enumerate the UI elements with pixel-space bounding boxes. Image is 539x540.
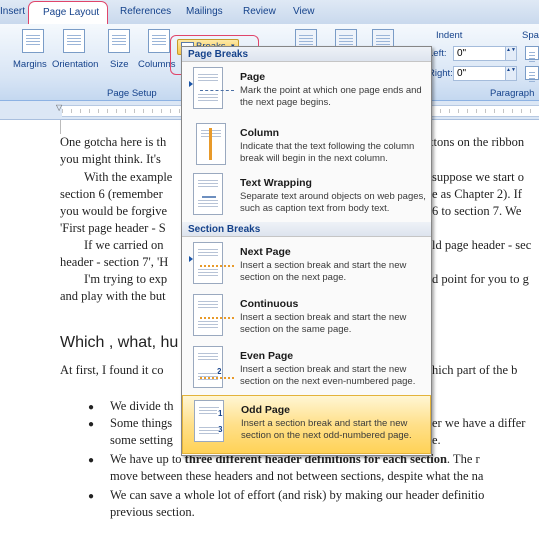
doc-line: er we have a differ: [432, 416, 526, 430]
doc-text: . The r: [446, 452, 480, 466]
bullet-icon: ●: [88, 419, 95, 430]
menu-item-page[interactable]: Page Mark the point at which one page en…: [182, 63, 431, 119]
doc-line: e.: [432, 433, 441, 447]
group-paragraph: Paragraph: [490, 88, 535, 99]
menu-item-desc: Insert a section break and start the new…: [241, 418, 412, 441]
doc-line: 'First page header - S: [60, 221, 166, 235]
menu-item-desc: Separate text around objects on web page…: [240, 191, 426, 214]
doc-line: One gotcha here is th: [60, 135, 167, 149]
group-page-setup: Page Setup: [107, 88, 157, 99]
menu-item-column[interactable]: Column Indicate that the text following …: [182, 119, 431, 175]
menu-item-desc: Mark the point at which one page ends an…: [240, 85, 422, 108]
menu-item-title: Next Page: [240, 246, 291, 258]
odd-page-break-icon: 13: [194, 400, 224, 442]
tab-view[interactable]: View: [293, 6, 315, 17]
orientation-icon[interactable]: [63, 29, 85, 53]
spacing-label: Spa: [522, 30, 539, 41]
doc-line: hich part of the b: [432, 363, 518, 377]
size-button[interactable]: Size: [110, 59, 128, 70]
tab-mailings[interactable]: Mailings: [186, 6, 223, 17]
menu-item-continuous[interactable]: Continuous Insert a section break and st…: [182, 290, 431, 346]
menu-item-title: Text Wrapping: [240, 177, 312, 189]
menu-item-title: Page: [240, 71, 266, 83]
menu-item-title: Even Page: [240, 350, 294, 362]
indent-left-input[interactable]: 0": [453, 46, 517, 61]
doc-line: some setting: [110, 433, 173, 447]
menu-item-desc: Indicate that the text following the col…: [240, 141, 415, 164]
spacing-before-icon: [525, 46, 539, 62]
column-break-icon: [196, 123, 226, 165]
menu-item-even-page[interactable]: 2 Even Page Insert a section break and s…: [182, 342, 431, 398]
menu-item-text-wrapping[interactable]: Text Wrapping Separate text around objec…: [182, 169, 431, 225]
doc-line: I'm trying to exp: [84, 272, 168, 286]
continuous-break-icon: [193, 294, 234, 336]
doc-text: We have up to: [110, 452, 182, 466]
margin-guide: [60, 120, 61, 134]
menu-item-odd-page[interactable]: 13 Odd Page Insert a section break and s…: [182, 395, 431, 454]
doc-line: suppose we start o: [432, 170, 524, 184]
doc-line: you might think. It's: [60, 152, 161, 166]
text-wrapping-icon: [193, 173, 223, 215]
menu-item-desc: Insert a section break and start the new…: [240, 312, 407, 335]
doc-line: move between these headers and not betwe…: [110, 469, 484, 483]
doc-line: We can save a whole lot of effort (and r…: [110, 488, 485, 502]
doc-line: 6 to section 7. We: [432, 204, 522, 218]
indent-label: Indent: [436, 30, 463, 41]
doc-line: ttons on the ribbon: [430, 135, 525, 149]
tab-page-layout[interactable]: Page Layout: [28, 1, 108, 25]
spacing-after-icon: [525, 66, 539, 82]
orientation-button[interactable]: Orientation: [52, 59, 98, 70]
next-page-break-icon: [193, 242, 234, 284]
doc-line: If we carried on: [84, 238, 164, 252]
doc-line: section 6 (remember: [60, 187, 163, 201]
doc-line: and play with the but: [60, 289, 166, 303]
doc-line: you would be forgive: [60, 204, 168, 218]
columns-icon[interactable]: [148, 29, 170, 53]
breaks-dropdown-menu: Page Breaks Page Mark the point at which…: [181, 46, 432, 456]
doc-heading: Which , what, hu: [60, 334, 179, 351]
doc-line: Some things: [110, 416, 173, 430]
even-page-break-icon: 2: [193, 346, 234, 388]
tab-page-layout-label: Page Layout: [43, 7, 100, 18]
doc-line: previous section.: [110, 505, 195, 519]
ribbon-tab-bar: Insert Page Layout References Mailings R…: [0, 0, 539, 25]
bullet-icon: ●: [88, 455, 95, 466]
doc-line: At first, I found it co: [60, 363, 164, 377]
menu-item-title: Odd Page: [241, 404, 291, 416]
doc-line: e as Chapter 2). If: [432, 187, 522, 201]
doc-line: header - section 7', 'H: [60, 255, 169, 269]
bullet-icon: ●: [88, 402, 95, 413]
page-break-icon: [193, 67, 234, 109]
margins-button[interactable]: Margins: [13, 59, 47, 70]
menu-item-desc: Insert a section break and start the new…: [240, 364, 416, 387]
menu-item-desc: Insert a section break and start the new…: [240, 260, 407, 283]
size-icon[interactable]: [108, 29, 130, 53]
bullet-icon: ●: [88, 491, 95, 502]
indent-marker-icon[interactable]: ▽: [56, 103, 62, 112]
doc-line: ld page header - sec: [432, 238, 532, 252]
menu-item-next-page[interactable]: Next Page Insert a section break and sta…: [182, 238, 431, 294]
tab-references[interactable]: References: [120, 6, 171, 17]
section-breaks-header: Section Breaks: [182, 222, 431, 237]
page-breaks-header: Page Breaks: [182, 47, 431, 62]
margins-icon[interactable]: [22, 29, 44, 53]
indent-right-input[interactable]: 0": [453, 66, 517, 81]
doc-line: We divide th: [110, 399, 174, 413]
menu-item-title: Column: [240, 127, 280, 139]
menu-item-title: Continuous: [240, 298, 299, 310]
tab-insert[interactable]: Insert: [0, 6, 25, 17]
doc-line: With the example: [84, 170, 173, 184]
tab-review[interactable]: Review: [243, 6, 276, 17]
doc-line: d point for you to g: [432, 272, 529, 286]
